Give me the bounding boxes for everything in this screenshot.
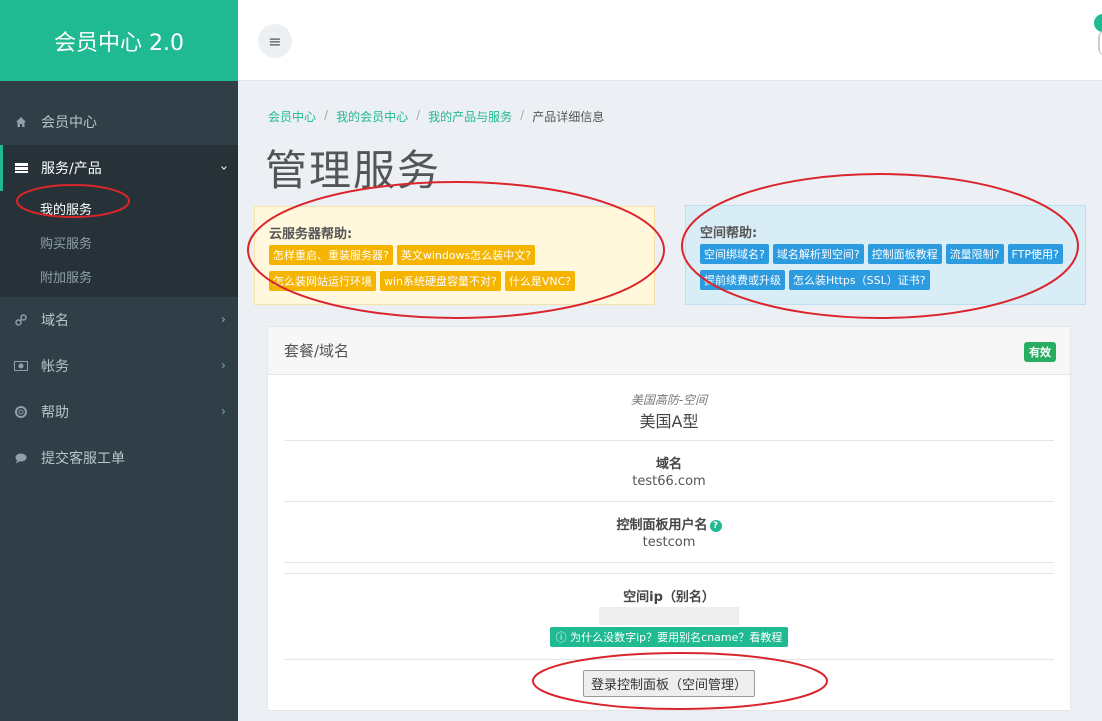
sidebar-item-member-center[interactable]: 会员中心 (0, 99, 238, 145)
sidebar-item-billing[interactable]: 帐务 › (0, 343, 238, 389)
submenu-item-my-services[interactable]: 我的服务 (0, 191, 238, 225)
domain-value: test66.com (632, 474, 706, 489)
breadcrumb-link[interactable]: 我的产品与服务 (428, 108, 512, 125)
help-tag-link[interactable]: 怎样重启、重装服务器? (269, 245, 393, 265)
sidebar-item-domains[interactable]: 域名 › (0, 297, 238, 343)
sidebar-item-label: 帐务 (41, 359, 69, 375)
help-tag-link[interactable]: 流量限制? (945, 244, 1004, 264)
username-value: testcom (642, 535, 696, 550)
status-badge: 有效 (1024, 342, 1056, 362)
package-row: 美国高防-空间 美国A型 (284, 375, 1054, 441)
help-tag-link[interactable]: 英文windows怎么装中文? (396, 245, 536, 265)
cloud-server-help-box: 云服务器帮助: 怎样重启、重装服务器? 英文windows怎么装中文? 怎么装网… (254, 206, 655, 305)
help-tag-link[interactable]: 空间绑域名? (700, 244, 769, 264)
sidebar-item-label: 提交客服工单 (41, 451, 125, 467)
space-help-title: 空间帮助: (700, 226, 758, 241)
ip-value-redacted (599, 607, 739, 625)
login-button-wrap: 登录控制面板（空间管理） (284, 660, 1054, 697)
sidebar-item-label: 帮助 (41, 405, 69, 421)
panel-title: 套餐/域名 (284, 342, 350, 360)
ip-row: 空间ip（别名） ⓘ 为什么没数字ip？要用别名cname？看教程 (284, 573, 1054, 660)
chevron-down-icon: › (215, 165, 231, 171)
services-submenu: 我的服务 购买服务 附加服务 (0, 191, 238, 297)
user-menu-edge (1098, 30, 1102, 56)
breadcrumb-link[interactable]: 我的会员中心 (336, 108, 408, 125)
domain-row: 域名 test66.com (284, 441, 1054, 502)
lifebuoy-icon (14, 405, 28, 419)
help-tag-link[interactable]: 怎么装网站运行环境 (269, 271, 376, 291)
menu-toggle-icon[interactable]: ≡ (258, 24, 292, 58)
breadcrumb-current: 产品详细信息 (532, 110, 605, 124)
sidebar-item-label: 服务/产品 (41, 161, 102, 177)
money-icon (14, 359, 28, 373)
login-control-panel-button[interactable]: 登录控制面板（空间管理） (582, 670, 755, 697)
username-label-wrap: 控制面板用户名? (284, 502, 1054, 533)
brand-logo[interactable]: 会员中心 2.0 (0, 0, 238, 81)
breadcrumb-link[interactable]: 会员中心 (268, 108, 316, 125)
panel-header: 套餐/域名 有效 (268, 327, 1070, 375)
chevron-right-icon: › (220, 358, 226, 374)
info-icon: ⓘ (555, 631, 567, 644)
help-tag-link[interactable]: win系统硬盘容量不对? (380, 271, 501, 291)
breadcrumb-separator: / (520, 108, 525, 122)
domain-label: 域名 (655, 457, 682, 472)
ip-label: 空间ip（别名） (623, 590, 715, 605)
package-name: 美国A型 (639, 412, 699, 431)
server-icon (14, 161, 28, 175)
sidebar-item-help[interactable]: 帮助 › (0, 389, 238, 435)
help-tag-link[interactable]: 控制面板教程 (867, 244, 942, 264)
username-label: 控制面板用户名 (616, 518, 708, 533)
help-tag-link[interactable]: 怎么装Https（SSL）证书? (789, 270, 930, 290)
cloud-help-tags: 怎样重启、重装服务器? 英文windows怎么装中文? 怎么装网站运行环境 wi… (269, 245, 642, 291)
submenu-item-buy-services[interactable]: 购买服务 (0, 225, 238, 259)
sidebar: 会员中心 2.0 会员中心 服务/产品 › 我的服务 购买服务 附加服务 域名 … (0, 0, 238, 721)
help-tag-link[interactable]: 提前续费或升级 (700, 270, 785, 290)
package-type: 美国高防-空间 (630, 393, 708, 407)
username-row: 控制面板用户名? testcom (284, 502, 1054, 563)
detail-rows: 美国高防-空间 美国A型 域名 test66.com 控制面板用户名? test… (268, 375, 1070, 697)
home-icon (14, 115, 28, 129)
comment-icon (14, 451, 28, 465)
cloud-help-title: 云服务器帮助: (269, 227, 353, 242)
submenu-item-addon-services[interactable]: 附加服务 (0, 259, 238, 293)
chevron-right-icon: › (220, 404, 226, 420)
page-title: 管理服务 (265, 146, 442, 195)
sidebar-item-services[interactable]: 服务/产品 › (0, 145, 238, 191)
breadcrumb-separator: / (324, 108, 329, 122)
top-bar: ≡ (238, 0, 1102, 81)
chevron-right-icon: › (220, 312, 226, 328)
space-help-tags: 空间绑域名? 域名解析到空间? 控制面板教程 流量限制? FTP使用? 提前续费… (700, 244, 1073, 290)
cname-help-link[interactable]: ⓘ 为什么没数字ip？要用别名cname？看教程 (549, 627, 789, 647)
cname-help-text: 为什么没数字ip？要用别名cname？看教程 (570, 631, 783, 644)
sidebar-item-support-ticket[interactable]: 提交客服工单 (0, 435, 238, 481)
main-content: 会员中心 / 我的会员中心 / 我的产品与服务 / 产品详细信息 管理服务 云服… (238, 81, 1102, 721)
breadcrumb: 会员中心 / 我的会员中心 / 我的产品与服务 / 产品详细信息 (268, 108, 604, 125)
help-tag-link[interactable]: 域名解析到空间? (772, 244, 864, 264)
question-icon[interactable]: ? (709, 519, 722, 532)
package-panel: 套餐/域名 有效 美国高防-空间 美国A型 域名 test66.com 控制面板… (267, 326, 1071, 711)
sidebar-item-label: 会员中心 (41, 115, 97, 131)
help-tag-link[interactable]: 什么是VNC? (504, 271, 576, 291)
sidebar-item-label: 域名 (41, 313, 69, 329)
avatar[interactable] (1094, 14, 1102, 32)
help-tag-link[interactable]: FTP使用? (1007, 244, 1063, 264)
hosting-space-help-box: 空间帮助: 空间绑域名? 域名解析到空间? 控制面板教程 流量限制? FTP使用… (685, 205, 1086, 305)
sidebar-nav: 会员中心 服务/产品 › 我的服务 购买服务 附加服务 域名 › 帐务 › 帮助… (0, 81, 238, 481)
breadcrumb-separator: / (416, 108, 421, 122)
link-icon (14, 313, 28, 327)
